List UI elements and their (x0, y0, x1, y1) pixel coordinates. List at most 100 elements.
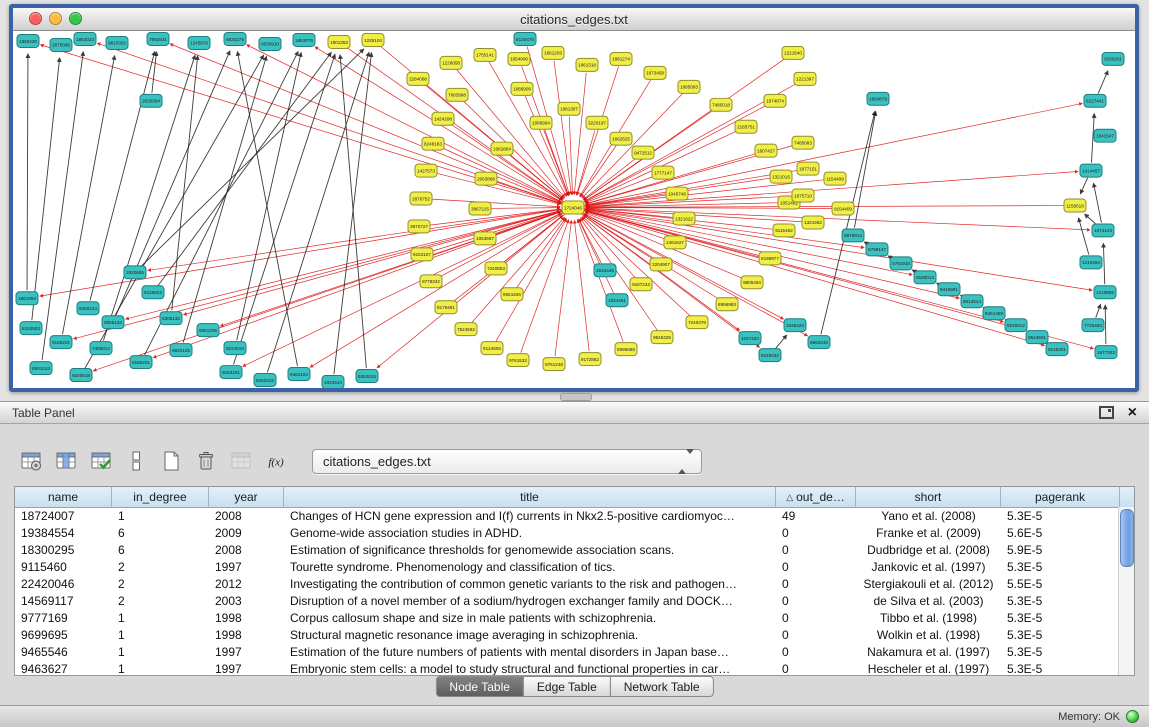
new-column-button[interactable] (158, 448, 185, 475)
column-header-name[interactable]: name (15, 487, 112, 507)
graph-node[interactable]: 1427573 (415, 164, 437, 177)
graph-node[interactable]: 9561636 (501, 288, 523, 301)
graph-node[interactable]: 1881274 (610, 52, 632, 65)
graph-node[interactable]: 8195977 (759, 252, 781, 265)
delete-column-button[interactable] (193, 448, 220, 475)
graph-node[interactable]: 8640125 (170, 344, 192, 357)
network-canvas[interactable]: 1724046228406812260581755141165490616612… (13, 31, 1135, 388)
graph-node[interactable]: 1664879 (867, 92, 889, 105)
table-row[interactable]: 911546021997Tourette syndrome. Phenomeno… (15, 559, 1134, 576)
graph-node[interactable]: 9179461 (435, 301, 457, 314)
graph-node[interactable]: 9245032 (759, 349, 781, 362)
splitter-handle[interactable] (560, 393, 592, 401)
graph-node[interactable]: 9761532 (507, 354, 529, 367)
table-selector-dropdown[interactable]: citations_edges.txt (312, 449, 702, 474)
table-mode-button[interactable] (18, 448, 45, 475)
graph-node[interactable]: 9187243 (630, 278, 652, 291)
graph-node[interactable]: 1226104 (362, 33, 384, 46)
graph-node[interactable]: 7485018 (710, 98, 732, 111)
graph-node[interactable]: 1860230 (17, 34, 39, 47)
network-window-titlebar[interactable]: citations_edges.txt (13, 8, 1135, 31)
graph-node[interactable]: 1053667 (474, 232, 496, 245)
graph-node[interactable]: 9245012 (1005, 319, 1027, 332)
graph-node[interactable]: 1245876 (188, 36, 210, 49)
graph-node[interactable]: 2876752 (410, 192, 432, 205)
graph-node[interactable]: 2063868 (475, 172, 497, 185)
graph-node[interactable]: 1074124 (1092, 224, 1114, 237)
table-row[interactable]: 1456911722003Disruption of a novel membe… (15, 593, 1134, 610)
graph-node[interactable]: 8130476 (514, 32, 536, 45)
column-header-year[interactable]: year (209, 487, 284, 507)
graph-node[interactable]: 1877151 (797, 162, 819, 175)
graph-node[interactable]: 9530910 (259, 37, 281, 50)
graph-node[interactable]: 1901353 (328, 35, 350, 48)
graph-node[interactable]: 8996993 (716, 298, 738, 311)
graph-node[interactable]: 1534445 (594, 264, 616, 277)
graph-node[interactable]: 7240376 (686, 316, 708, 329)
table-row[interactable]: 977716911998Corpus callosum shape and si… (15, 610, 1134, 627)
graph-node[interactable]: 7485012 (90, 342, 112, 355)
graph-node[interactable]: 8224510 (224, 342, 246, 355)
graph-node[interactable]: 9115462 (773, 224, 795, 237)
graph-node[interactable]: 9451459 (983, 307, 1005, 320)
graph-node[interactable]: 9154409 (832, 202, 854, 215)
graph-node[interactable]: 9153107 (411, 248, 433, 261)
table-row[interactable]: 946362711997Embryonic stem cells: a mode… (15, 661, 1134, 676)
graph-node[interactable]: 8248183 (422, 137, 444, 150)
graph-node[interactable]: 9150201 (1102, 52, 1124, 65)
graph-node[interactable]: 9124506 (481, 342, 503, 355)
graph-node[interactable]: 1534451 (606, 294, 628, 307)
graph-node[interactable]: 1210454 (1080, 256, 1102, 269)
graph-node[interactable]: 1086994 (530, 116, 552, 129)
graph-node[interactable]: 6305132 (160, 312, 182, 325)
graph-node[interactable]: 9055134 (102, 316, 124, 329)
graph-node[interactable]: 7485083 (792, 136, 814, 149)
graph-node[interactable]: 1777147 (652, 166, 674, 179)
graph-node[interactable]: 9280124 (77, 302, 99, 315)
graph-node[interactable]: 7683998 (446, 88, 468, 101)
graph-node[interactable]: 9362015 (356, 370, 378, 383)
graph-node[interactable]: 2284068 (407, 72, 429, 85)
graph-node[interactable]: 9227441 (1084, 94, 1106, 107)
graph-node[interactable]: 9145201 (1046, 343, 1068, 356)
graph-node[interactable]: 1974874 (764, 94, 786, 107)
graph-node[interactable]: 9165201 (50, 336, 72, 349)
graph-node[interactable]: 9810302 (106, 36, 128, 49)
graph-node[interactable]: 2620655 (124, 266, 146, 279)
graph-node[interactable]: 9462103 (288, 368, 310, 381)
graph-node[interactable]: 1221540 (782, 46, 804, 59)
graph-node[interactable]: 8501243 (30, 362, 52, 375)
graph-node[interactable]: 6791910 (890, 257, 912, 270)
scrollbar-thumb[interactable] (1120, 509, 1134, 567)
graph-node[interactable]: 1981307 (558, 102, 580, 115)
graph-node[interactable]: 1861953 (16, 292, 38, 305)
graph-node[interactable]: 7524562 (455, 323, 477, 336)
graph-node[interactable]: 1654906 (508, 52, 530, 65)
column-header-short[interactable]: short (856, 487, 1001, 507)
graph-node[interactable]: 7240853 (485, 262, 507, 275)
graph-node[interactable]: 1724046 (562, 201, 584, 214)
graph-node[interactable]: 2185751 (735, 120, 757, 133)
column-visibility-button[interactable] (53, 448, 80, 475)
graph-node[interactable]: 8778342 (420, 275, 442, 288)
graph-node[interactable]: 1210605 (1094, 286, 1116, 299)
table-row[interactable]: 1872400712008Changes of HCN gene express… (15, 508, 1134, 525)
tab-network-table[interactable]: Network Table (610, 676, 714, 697)
graph-node[interactable]: 1461627 (664, 236, 686, 249)
graph-node[interactable]: 1062864 (491, 142, 513, 155)
graph-node[interactable]: 1046420 (784, 319, 806, 332)
graph-node[interactable]: 8979914 (842, 229, 864, 242)
graph-node[interactable]: 3670727 (408, 220, 430, 233)
graph-node[interactable]: 8595695 (615, 343, 637, 356)
close-panel-icon[interactable]: × (1128, 406, 1137, 420)
graph-node[interactable]: 3220197 (586, 116, 608, 129)
graph-node[interactable]: 8751248 (543, 358, 565, 371)
graph-node[interactable]: 2875096 (50, 38, 72, 51)
column-header-title[interactable]: title (284, 487, 776, 507)
graph-node[interactable]: 9172862 (579, 353, 601, 366)
graph-node[interactable]: 9180014 (914, 271, 936, 284)
graph-node[interactable]: 1853076 (293, 33, 315, 46)
column-header-in_degree[interactable]: in_degree (112, 487, 209, 507)
graph-node[interactable]: 1686909 (511, 82, 533, 95)
graph-node[interactable]: 8630275 (224, 32, 246, 45)
